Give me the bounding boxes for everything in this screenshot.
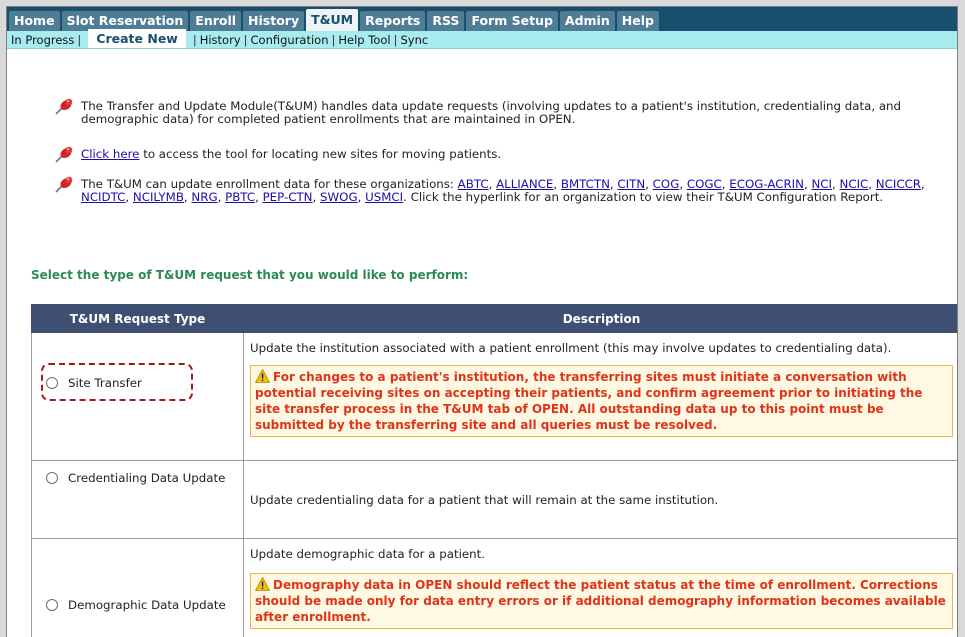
org-separator: , [832,177,840,191]
demographic-radio-option[interactable]: Demographic Data Update [46,598,226,612]
warning-triangle-icon [255,369,270,383]
top-nav: Home Slot Reservation Enroll History T&U… [7,7,957,31]
type-cell: Site Transfer [31,332,244,461]
org-separator: , [125,190,133,204]
tab-rss[interactable]: RSS [427,11,465,31]
org-link-abtc[interactable]: ABTC [458,177,489,191]
intro-text-3: The T&UM can update enrollment data for … [81,177,957,204]
org-link-nciccr[interactable]: NCICCR [876,177,921,191]
table-header-row: T&UM Request Type Description [31,304,957,333]
org-separator: , [921,177,925,191]
tab-enroll[interactable]: Enroll [190,11,242,31]
org-link-usmci[interactable]: USMCI [365,190,403,204]
type-cell: Demographic Data Update [31,538,244,637]
tab-reports[interactable]: Reports [360,11,426,31]
org-link-swog[interactable]: SWOG [320,190,358,204]
tab-history[interactable]: History [243,11,305,31]
column-header-description: Description [243,304,957,333]
pushpin-icon [55,146,73,163]
column-header-type: T&UM Request Type [31,304,244,333]
subnav-configuration[interactable]: Configuration [251,33,329,47]
intro-text-2: Click here to access the tool for locati… [81,147,957,161]
tab-form-setup[interactable]: Form Setup [466,11,558,31]
credentialing-radio-option[interactable]: Credentialing Data Update [46,471,225,485]
click-here-link[interactable]: Click here [81,147,139,161]
org-link-pep-ctn[interactable]: PEP-CTN [263,190,313,204]
request-type-prompt: Select the type of T&UM request that you… [31,268,469,282]
org-link-alliance[interactable]: ALLIANCE [496,177,553,191]
org-separator: , [312,190,321,204]
subnav-create-new[interactable]: Create New [88,29,186,48]
site-transfer-warning: For changes to a patient's institution, … [250,365,953,437]
subnav-in-progress[interactable]: In Progress [11,33,74,47]
credentialing-description: Update credentialing data for a patient … [250,493,719,507]
org-link-bmtctn[interactable]: BMTCTN [561,177,610,191]
subnav-help-tool[interactable]: Help Tool [338,33,390,47]
org-link-ncidtc[interactable]: NCIDTC [81,190,125,204]
demographic-radio[interactable] [46,599,58,611]
org-separator: , [255,190,263,204]
org-separator: , [868,177,876,191]
site-transfer-radio-option[interactable]: Site Transfer [46,376,142,390]
tab-admin[interactable]: Admin [559,11,615,31]
pushpin-icon [55,98,73,115]
site-transfer-description: Update the institution associated with a… [250,341,892,355]
org-link-cog[interactable]: COG [653,177,680,191]
pushpin-icon [55,176,73,193]
table-row-site-transfer: Site Transfer Update the institution ass… [31,332,957,461]
org-separator: , [645,177,653,191]
tab-slot-reservation[interactable]: Slot Reservation [61,11,189,31]
tab-help[interactable]: Help [616,11,659,31]
intro-text-3-prefix: The T&UM can update enrollment data for … [81,177,458,191]
site-transfer-radio[interactable] [46,377,58,389]
description-cell: Update demographic data for a patient. D… [243,538,957,637]
sub-nav: In Progress | Create New | History | Con… [7,29,957,49]
separator: | [77,32,82,47]
demographic-warning-text: Demography data in OPEN should reflect t… [255,578,946,624]
type-cell: Credentialing Data Update [31,460,244,539]
org-link-pbtc[interactable]: PBTC [225,190,255,204]
demographic-warning: Demography data in OPEN should reflect t… [250,573,953,629]
description-cell: Update credentialing data for a patient … [243,460,957,539]
org-separator: , [553,177,561,191]
org-separator: , [357,190,366,204]
org-link-citn[interactable]: CITN [617,177,645,191]
demographic-description: Update demographic data for a patient. [250,547,485,561]
table-row-credentialing: Credentialing Data Update Update credent… [31,460,957,539]
description-cell: Update the institution associated with a… [243,332,957,461]
org-separator: , [217,190,226,204]
separator: | [192,32,197,47]
request-type-table: T&UM Request Type Description Site Trans… [31,304,957,637]
org-separator: , [488,177,497,191]
separator: | [393,32,398,47]
table-row-demographic: Demographic Data Update Update demograph… [31,538,957,637]
intro-text-2-rest: to access the tool for locating new site… [139,147,502,161]
org-link-nrg[interactable]: NRG [191,190,217,204]
org-link-cogc[interactable]: COGC [687,177,722,191]
credentialing-label: Credentialing Data Update [68,471,226,485]
site-transfer-label: Site Transfer [68,376,142,390]
org-link-ecog-acrin[interactable]: ECOG-ACRIN [729,177,804,191]
site-transfer-warning-text: For changes to a patient's institution, … [255,370,923,432]
app-frame: Home Slot Reservation Enroll History T&U… [6,6,958,637]
separator: | [331,32,336,47]
demographic-label: Demographic Data Update [68,598,226,612]
org-link-ncilymb[interactable]: NCILYMB [133,190,184,204]
tab-tum[interactable]: T&UM [306,9,359,31]
separator: | [243,32,248,47]
tab-home[interactable]: Home [9,11,60,31]
org-separator: , [679,177,687,191]
intro-text-1: The Transfer and Update Module(T&UM) han… [81,99,902,126]
org-link-nci[interactable]: NCI [811,177,832,191]
org-link-ncic[interactable]: NCIC [840,177,869,191]
subnav-history[interactable]: History [200,33,241,47]
subnav-sync[interactable]: Sync [400,33,428,47]
warning-triangle-icon [255,577,270,591]
credentialing-radio[interactable] [46,472,58,484]
intro-text-3-suffix: . Click the hyperlink for an organizatio… [403,190,884,204]
